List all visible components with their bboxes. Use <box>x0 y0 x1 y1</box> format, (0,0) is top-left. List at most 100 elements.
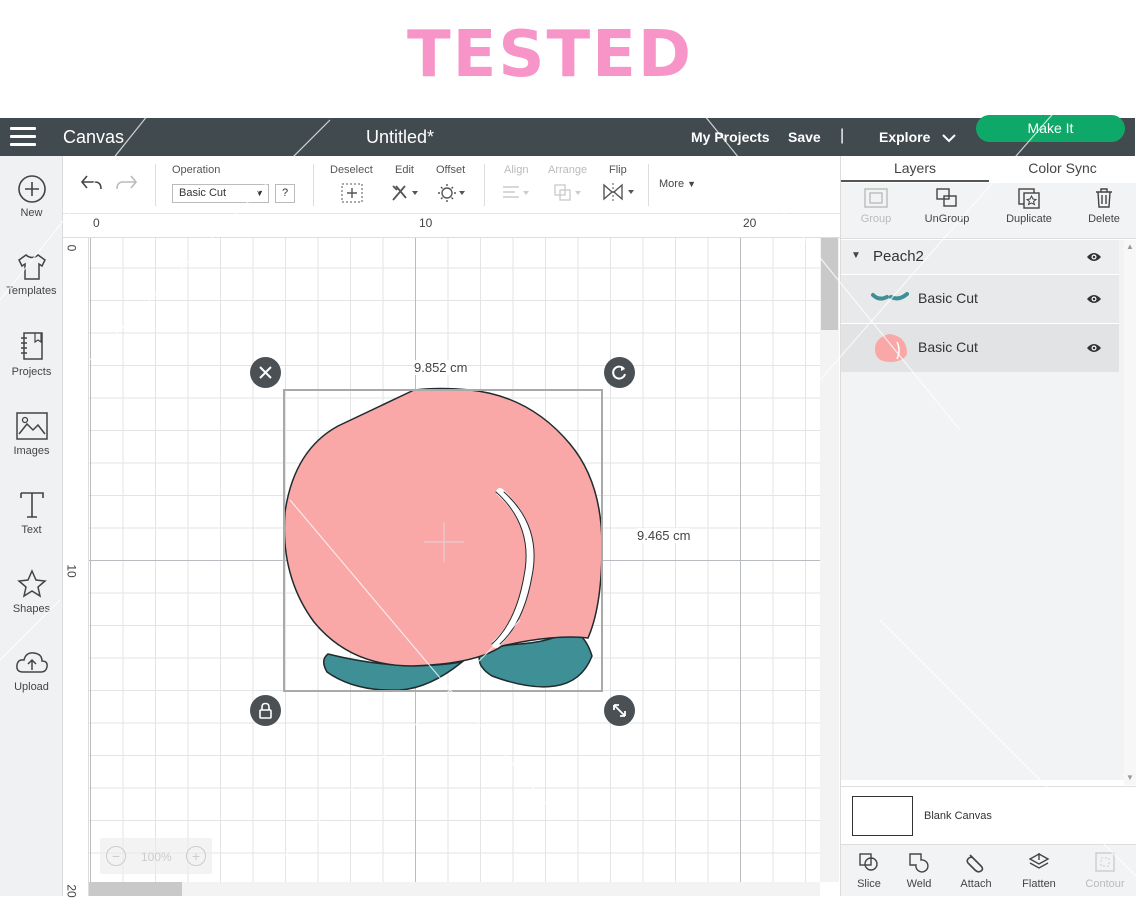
scroll-up-arrow-icon[interactable]: ▲ <box>1126 242 1134 251</box>
attach-label: Attach <box>960 878 992 890</box>
cloud-upload-icon <box>15 652 48 673</box>
sidebar-item-new[interactable]: New <box>0 174 63 244</box>
blank-canvas-label: Blank Canvas <box>924 810 992 822</box>
layers-scrollbar[interactable]: ▲ ▼ <box>1124 240 1136 785</box>
flip-icon[interactable] <box>602 182 636 202</box>
toolbar-divider <box>648 164 649 206</box>
horizontal-scroll-thumb[interactable] <box>89 882 182 896</box>
sidebar-label-new: New <box>20 207 43 219</box>
zoom-out-button[interactable]: − <box>106 846 126 866</box>
flatten-icon <box>1028 853 1050 869</box>
caret-down-icon[interactable]: ▼ <box>851 250 861 261</box>
duplicate-button[interactable]: Duplicate <box>994 183 1064 239</box>
more-label: More <box>659 178 685 190</box>
zoom-level: 100% <box>141 850 172 864</box>
tab-color-sync[interactable]: Color Sync <box>989 156 1136 182</box>
operation-select[interactable]: Basic Cut ▼ <box>172 184 269 203</box>
blank-canvas-swatch[interactable] <box>852 796 913 836</box>
banner-title: TESTED <box>407 18 693 92</box>
align-label: Align <box>504 164 529 176</box>
my-projects-link[interactable]: My Projects <box>691 129 770 145</box>
delete-button[interactable]: Delete <box>1069 183 1139 239</box>
sidebar-item-shapes[interactable]: Shapes <box>0 568 63 638</box>
redo-icon[interactable] <box>115 173 139 193</box>
tab-layers[interactable]: Layers <box>841 156 989 182</box>
banner: TESTED <box>0 0 1140 118</box>
rotate-icon <box>612 365 626 380</box>
weld-icon <box>909 853 929 873</box>
document-title[interactable]: Untitled* <box>366 127 434 148</box>
operation-label: Operation <box>172 164 221 176</box>
hamburger-menu-icon[interactable] <box>10 127 36 147</box>
slice-label: Slice <box>857 878 881 890</box>
slice-icon <box>859 853 878 871</box>
rotate-handle[interactable] <box>604 357 635 388</box>
group-button[interactable]: Group <box>841 183 911 239</box>
resize-handle[interactable] <box>604 695 635 726</box>
trash-icon <box>1096 188 1112 208</box>
slice-button[interactable]: Slice <box>841 845 897 897</box>
offset-label: Offset <box>436 164 466 176</box>
sidebar-item-projects[interactable]: Projects <box>0 331 63 401</box>
edit-tools-icon[interactable] <box>390 183 420 203</box>
selection-box[interactable] <box>283 389 603 692</box>
layer-row[interactable]: Basic Cut <box>841 323 1119 372</box>
operation-help-button[interactable]: ? <box>275 184 295 203</box>
sidebar-item-images[interactable]: Images <box>0 410 63 480</box>
lock-handle[interactable] <box>250 695 281 726</box>
delete-handle[interactable] <box>250 357 281 388</box>
chevron-down-icon <box>942 134 956 143</box>
contour-button[interactable]: Contour <box>1077 845 1133 897</box>
offset-icon[interactable] <box>437 183 467 203</box>
save-link[interactable]: Save <box>788 129 821 145</box>
sidebar-item-upload[interactable]: Upload <box>0 648 63 718</box>
ruler-v-0: 0 <box>64 244 79 252</box>
scroll-down-arrow-icon[interactable]: ▼ <box>1126 773 1134 782</box>
deselect-label: Deselect <box>330 164 373 176</box>
caret-down-icon: ▼ <box>255 188 264 198</box>
arrange-label: Arrange <box>548 164 588 176</box>
resize-icon <box>613 704 626 717</box>
weld-label: Weld <box>906 878 932 890</box>
canvas-vertical-scrollbar[interactable] <box>820 238 839 882</box>
attach-button[interactable]: Attach <box>948 845 1004 897</box>
explore-dropdown[interactable]: Explore <box>879 129 956 145</box>
canvas-horizontal-scrollbar[interactable] <box>89 882 820 896</box>
zoom-in-button[interactable]: + <box>186 846 206 866</box>
ungroup-button[interactable]: UnGroup <box>912 183 982 239</box>
vertical-scroll-thumb[interactable] <box>821 238 838 330</box>
layer-name: Basic Cut <box>918 290 978 306</box>
image-icon <box>15 412 48 440</box>
deselect-icon[interactable] <box>341 183 363 203</box>
flatten-button[interactable]: Flatten <box>1011 845 1067 897</box>
layer-group-row[interactable]: ▼ Peach2 <box>841 240 1119 274</box>
sidebar-item-text[interactable]: Text <box>0 489 63 559</box>
paperclip-icon <box>966 854 984 873</box>
more-menu[interactable]: More ▼ <box>659 178 696 190</box>
group-name: Peach2 <box>873 248 924 265</box>
notebook-icon <box>20 332 43 360</box>
sidebar-label-projects: Projects <box>11 366 52 378</box>
blank-canvas-row[interactable]: Blank Canvas <box>841 786 1136 842</box>
ruler-v-20: 20 <box>64 884 79 898</box>
eye-icon[interactable] <box>1086 293 1102 305</box>
eye-icon[interactable] <box>1086 251 1102 263</box>
undo-icon[interactable] <box>79 173 103 193</box>
layer-row[interactable]: Basic Cut <box>841 274 1119 323</box>
eye-icon[interactable] <box>1086 342 1102 354</box>
nav-separator: | <box>840 127 845 144</box>
caret-down-icon: ▼ <box>687 179 697 189</box>
delete-label: Delete <box>1088 213 1120 225</box>
top-bar: Canvas Untitled* My Projects Save | Expl… <box>0 118 1135 156</box>
make-it-button[interactable]: Make It <box>976 115 1125 142</box>
group-label: Group <box>860 213 892 225</box>
edit-toolbar: Operation Basic Cut ▼ ? Deselect Edit Of… <box>63 156 840 214</box>
weld-button[interactable]: Weld <box>891 845 947 897</box>
layer-thumbnail-leaves <box>871 292 909 301</box>
layer-tools: Group UnGroup Duplicate Delete <box>841 183 1136 239</box>
text-icon <box>19 492 44 518</box>
flip-label: Flip <box>609 164 627 176</box>
sidebar-item-templates[interactable]: Templates <box>0 252 63 322</box>
toolbar-divider <box>155 164 156 206</box>
flatten-label: Flatten <box>1022 878 1056 890</box>
